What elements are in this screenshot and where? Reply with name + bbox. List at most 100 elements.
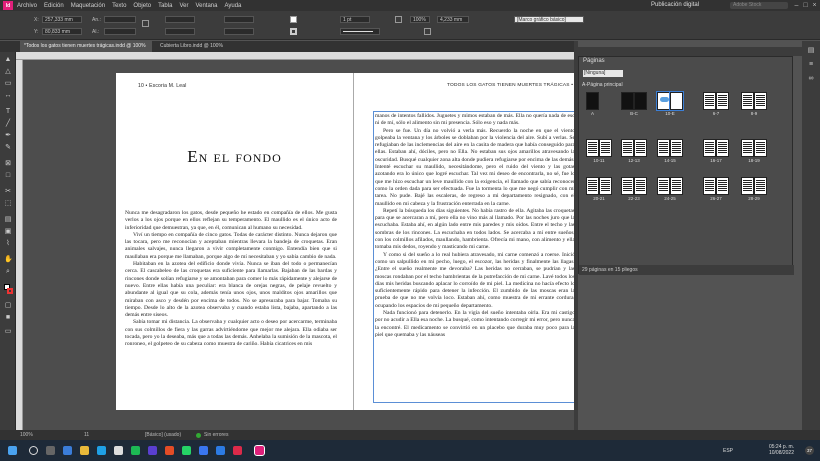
- notification-badge[interactable]: 37: [805, 446, 814, 455]
- spread-thumbnail[interactable]: 12-13: [621, 139, 647, 163]
- tab-document-cover[interactable]: Cubierta Libro.indd @ 100%: [156, 41, 246, 52]
- page-thumbnail[interactable]: [656, 91, 671, 111]
- page-thumbnail[interactable]: [634, 139, 647, 157]
- pages-panel-icon[interactable]: ▤: [807, 47, 815, 55]
- page-thumbnail[interactable]: [741, 139, 754, 157]
- menu-maquetacion[interactable]: Maquetación: [71, 3, 105, 9]
- page-number-field[interactable]: 11: [84, 432, 89, 438]
- spread-thumbnail[interactable]: 18-19: [741, 139, 767, 163]
- none-master[interactable]: [Ninguna]: [583, 70, 623, 77]
- menu-archivo[interactable]: Archivo: [17, 3, 37, 9]
- language-indicator[interactable]: ESP: [723, 448, 733, 454]
- right-page[interactable]: Todos los gatos tienen muertes trágicas …: [353, 73, 590, 410]
- spread-thumbnail[interactable]: 8-9: [741, 92, 767, 116]
- indesign-taskbar-icon[interactable]: [254, 445, 265, 456]
- page-thumbnail[interactable]: [586, 177, 599, 195]
- object-style-select[interactable]: [Marco gráfico básico]: [514, 16, 584, 23]
- search-icon[interactable]: [29, 446, 38, 455]
- zoom-level[interactable]: 100%: [20, 432, 33, 438]
- spread-thumbnail[interactable]: 28-29: [741, 177, 767, 201]
- page-thumbnail[interactable]: [621, 177, 634, 195]
- gradient-tool-icon[interactable]: ▤: [4, 216, 12, 224]
- page-thumbnail[interactable]: [634, 92, 647, 110]
- menu-edicion[interactable]: Edición: [44, 3, 64, 9]
- spread-thumbnail[interactable]: B-C: [621, 92, 647, 116]
- constrain-proportions-icon[interactable]: [142, 20, 149, 27]
- fill-swatch-icon[interactable]: [290, 16, 297, 23]
- eyedropper-tool-icon[interactable]: ⌇: [4, 240, 12, 248]
- page-thumbnail[interactable]: [716, 177, 729, 195]
- close-icon[interactable]: ×: [810, 1, 819, 10]
- line-tool-icon[interactable]: ╱: [4, 120, 12, 128]
- edge-icon[interactable]: [97, 446, 106, 455]
- direct-selection-tool-icon[interactable]: △: [4, 68, 12, 76]
- apply-color-icon[interactable]: ■: [4, 314, 12, 322]
- spread-thumbnail[interactable]: A: [586, 92, 599, 116]
- office-icon[interactable]: [165, 446, 174, 455]
- page-thumbnail[interactable]: [621, 139, 634, 157]
- master-page-label[interactable]: A-Página principal: [582, 82, 623, 88]
- shear-field[interactable]: [224, 28, 254, 35]
- spread-thumbnail[interactable]: 6-7: [703, 92, 729, 116]
- store-icon[interactable]: [114, 446, 123, 455]
- stroke-swatch-icon[interactable]: [290, 28, 297, 35]
- page-thumbnail[interactable]: [621, 92, 634, 110]
- chapter-title[interactable]: En el fondo: [116, 147, 353, 167]
- preflight-profile[interactable]: [Básico] (usado): [145, 432, 181, 438]
- teams-icon[interactable]: [148, 446, 157, 455]
- file-explorer-icon[interactable]: [80, 446, 89, 455]
- y-position-field[interactable]: 80,833 mm: [42, 28, 82, 35]
- rectangle-tool-icon[interactable]: □: [4, 172, 12, 180]
- page-thumbnail[interactable]: [599, 139, 612, 157]
- photos-icon[interactable]: [216, 446, 225, 455]
- stroke-type-select[interactable]: [340, 28, 380, 35]
- page-thumbnail[interactable]: [634, 177, 647, 195]
- menu-ayuda[interactable]: Ayuda: [224, 3, 241, 9]
- rectangle-frame-tool-icon[interactable]: ⊠: [4, 160, 12, 168]
- page-thumbnail[interactable]: [703, 139, 716, 157]
- pages-panel-title[interactable]: Páginas: [583, 58, 605, 64]
- zoom-tool-icon[interactable]: ⌕: [4, 268, 12, 276]
- messenger-icon[interactable]: [199, 446, 208, 455]
- page-thumbnail[interactable]: [741, 92, 754, 110]
- type-tool-icon[interactable]: T: [4, 108, 12, 116]
- page-thumbnail[interactable]: [716, 92, 729, 110]
- page-thumbnail[interactable]: [741, 177, 754, 195]
- menu-ventana[interactable]: Ventana: [195, 3, 217, 9]
- start-icon[interactable]: [8, 446, 17, 455]
- stock-search-input[interactable]: Adobe Stock: [730, 2, 788, 9]
- spread-thumbnail[interactable]: 14-15: [657, 139, 683, 163]
- screen-mode-icon[interactable]: ▭: [4, 328, 12, 336]
- formatting-container-icon[interactable]: ▢: [4, 302, 12, 310]
- page-thumbnail[interactable]: [703, 92, 716, 110]
- opacity-field[interactable]: 100%: [410, 16, 430, 23]
- width-field[interactable]: [104, 16, 136, 23]
- page-thumbnail[interactable]: [586, 139, 599, 157]
- spotify-icon[interactable]: [131, 446, 140, 455]
- page-thumbnail[interactable]: [599, 177, 612, 195]
- scale-x-field[interactable]: [165, 16, 195, 23]
- page-thumbnail[interactable]: [657, 177, 670, 195]
- spread-thumbnail[interactable]: 16-17: [703, 139, 729, 163]
- minimize-icon[interactable]: –: [792, 1, 801, 10]
- text-wrap-icon[interactable]: [424, 28, 431, 35]
- height-field[interactable]: [104, 28, 136, 35]
- maximize-icon[interactable]: □: [801, 1, 810, 10]
- page-thumbnail[interactable]: [703, 177, 716, 195]
- page-thumbnail[interactable]: [586, 92, 599, 110]
- pencil-tool-icon[interactable]: ✎: [4, 144, 12, 152]
- body-text-frame-left[interactable]: Nunca me desagradaron los gatos, desde p…: [125, 210, 337, 405]
- menu-ver[interactable]: Ver: [179, 3, 188, 9]
- spread-thumbnail[interactable]: 10-E: [656, 91, 684, 116]
- spread-thumbnail[interactable]: 10-11: [586, 139, 612, 163]
- pen-tool-icon[interactable]: ✒: [4, 132, 12, 140]
- page-thumbnail[interactable]: [754, 92, 767, 110]
- workspace-switcher[interactable]: Publicación digital: [651, 2, 699, 8]
- tab-document-main[interactable]: *Todos los gatos tienen muertes trágicas…: [20, 41, 152, 52]
- left-page[interactable]: 10 • Escoria M. Leal En el fondo Nunca m…: [116, 73, 353, 410]
- spread-thumbnail[interactable]: 22-23: [621, 177, 647, 201]
- page-thumbnail[interactable]: [716, 139, 729, 157]
- spread-thumbnail[interactable]: 20-21: [586, 177, 612, 201]
- x-position-field[interactable]: 257,333 mm: [42, 16, 82, 23]
- stroke-weight-field[interactable]: 1 pt: [340, 16, 370, 23]
